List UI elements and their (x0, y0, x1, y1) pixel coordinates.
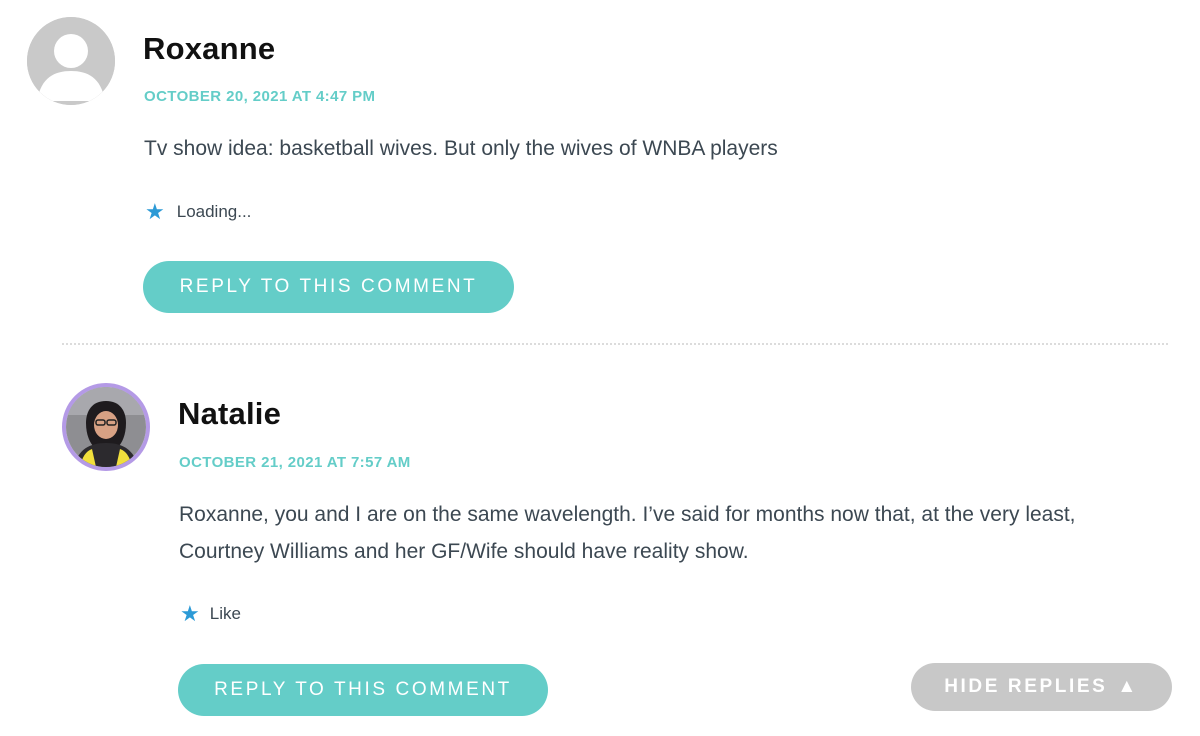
like-widget[interactable]: ★ Like (180, 603, 241, 625)
comment-author[interactable]: Roxanne (143, 31, 275, 67)
comment-text-line: Roxanne, you and I are on the same wavel… (179, 503, 1076, 526)
like-button-label[interactable]: Like (210, 604, 241, 624)
user-photo-avatar (62, 383, 150, 471)
star-icon: ★ (180, 601, 200, 626)
triangle-up-icon: ▲ (1117, 676, 1139, 697)
default-avatar-icon (27, 17, 115, 105)
comments-section: Roxanne OCTOBER 20, 2021 AT 4:47 PM Tv s… (0, 0, 1200, 736)
reply-button[interactable]: REPLY TO THIS COMMENT (178, 664, 548, 716)
comment-text: Tv show idea: basketball wives. But only… (144, 137, 778, 160)
star-icon: ★ (145, 199, 165, 224)
hide-replies-button[interactable]: HIDE REPLIES ▲ (911, 663, 1172, 711)
comment-text-line: Courtney Williams and her GF/Wife should… (179, 540, 749, 563)
comment-date-link[interactable]: OCTOBER 21, 2021 AT 7:57 AM (179, 454, 411, 471)
comment-text: Roxanne, you and I are on the same wavel… (179, 496, 1076, 570)
hide-replies-label: HIDE REPLIES (944, 676, 1108, 697)
like-widget[interactable]: ★ Loading... (145, 201, 251, 223)
comment-author[interactable]: Natalie (178, 396, 281, 432)
comment-date-link[interactable]: OCTOBER 20, 2021 AT 4:47 PM (144, 88, 375, 105)
comment-divider (62, 343, 1168, 345)
like-status-label: Loading... (176, 202, 252, 221)
reply-button[interactable]: REPLY TO THIS COMMENT (143, 261, 514, 313)
